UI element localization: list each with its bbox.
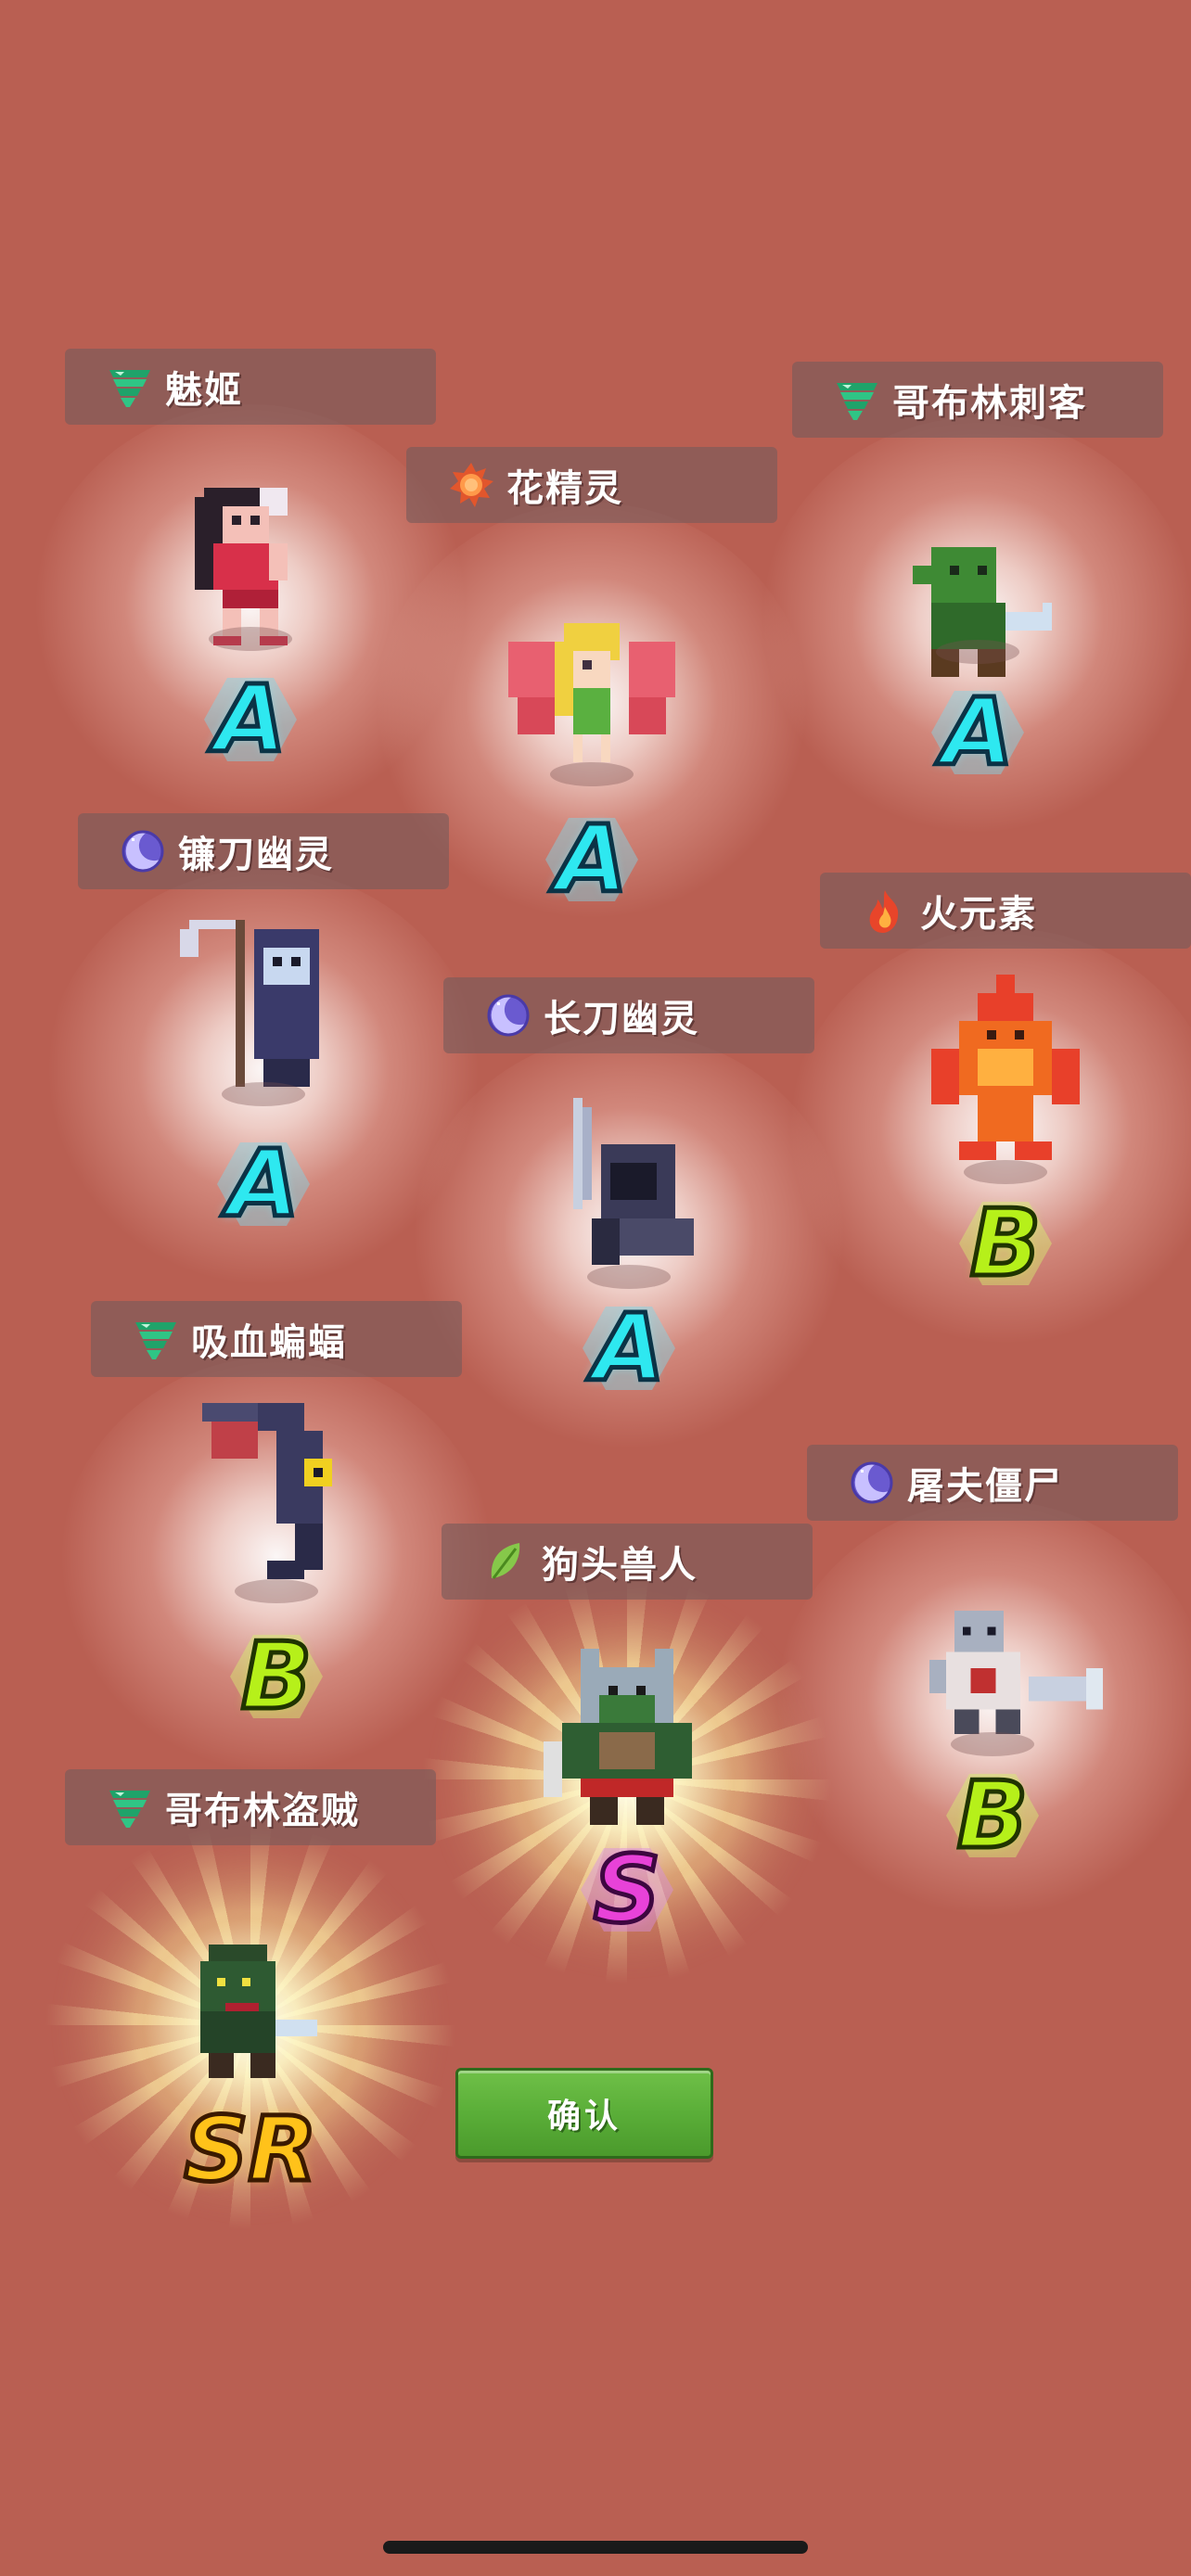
monster-card-butcher-zombie[interactable]: 屠夫僵尸 B (770, 1445, 1191, 1964)
monster-name: 哥布林刺客 (892, 382, 1087, 425)
monster-name: 火元素 (920, 893, 1037, 936)
moon-icon (122, 827, 167, 873)
monster-card-goblin-thief[interactable]: 哥布林盗贼 SR (28, 1769, 473, 2289)
monster-card-blade-ghost[interactable]: 长刀幽灵 A (406, 977, 852, 1497)
name-plate: 哥布林盗贼 (65, 1769, 436, 1845)
fire-elemental-sprite (931, 975, 1080, 1160)
name-plate: 花精灵 (406, 447, 777, 523)
confirm-button[interactable]: 确认 (455, 2068, 713, 2159)
name-plate: 吸血蝙蝠 (91, 1301, 462, 1377)
sprite-shadow (951, 1732, 1034, 1756)
name-plate: 火元素 (820, 873, 1191, 949)
leaf-icon (490, 1541, 521, 1580)
sprite-shadow (209, 627, 292, 651)
fire-icon (869, 890, 899, 933)
rank-badge: SR (182, 2098, 319, 2201)
sprite-shadow (222, 1082, 305, 1106)
monster-card-goblin-assassin[interactable]: 哥布林刺客 A (755, 362, 1191, 881)
name-plate: 长刀幽灵 (443, 977, 814, 1053)
gnoll-sprite (544, 1649, 692, 1825)
monster-name: 狗头兽人 (542, 1544, 698, 1587)
name-plate: 镰刀幽灵 (78, 813, 449, 889)
rank-badge: A (158, 669, 343, 771)
home-indicator[interactable] (383, 2541, 808, 2554)
monster-name: 镰刀幽灵 (178, 834, 334, 876)
rank-badge: A (536, 1297, 722, 1399)
sprite-shadow (964, 1160, 1047, 1184)
rank-badge: B (184, 1626, 369, 1728)
monster-name: 花精灵 (506, 467, 623, 510)
monster-card-gnoll[interactable]: 狗头兽人 S (404, 1524, 850, 2043)
rank-badge: B (913, 1192, 1098, 1294)
sprite-shadow (235, 1579, 318, 1603)
monster-card-scythe-ghost[interactable]: 镰刀幽灵 A (41, 813, 486, 1333)
monster-name: 哥布林盗贼 (165, 1790, 360, 1832)
monster-card-flower-fairy[interactable]: 花精灵 A (369, 447, 814, 966)
wind-icon (135, 1322, 176, 1359)
sun-icon (450, 463, 493, 507)
monster-name: 魅姬 (165, 369, 243, 412)
rank-badge: A (499, 809, 685, 911)
name-plate: 魅姬 (65, 349, 436, 425)
wind-icon (109, 370, 150, 407)
wind-icon (109, 1791, 150, 1828)
sprite-shadow (587, 1265, 671, 1289)
name-plate: 哥布林刺客 (792, 362, 1163, 438)
butcher-zombie-sprite (929, 1610, 1103, 1735)
monster-name: 吸血蝙蝠 (191, 1321, 347, 1364)
sprite-shadow (936, 640, 1019, 664)
monster-name: 长刀幽灵 (544, 998, 699, 1040)
monster-name: 屠夫僵尸 (907, 1465, 1063, 1508)
vampire-bat-sprite (202, 1403, 332, 1579)
blade-ghost-sprite (573, 1098, 694, 1265)
monster-card-fire-elemental[interactable]: 火元素 B (783, 873, 1191, 1392)
goblin-thief-sprite (200, 1945, 317, 2078)
rank-badge: A (171, 1133, 356, 1235)
sprite-shadow (550, 762, 634, 786)
name-plate: 屠夫僵尸 (807, 1445, 1178, 1521)
rank-badge: A (885, 682, 1070, 784)
wind-icon (837, 383, 877, 420)
monster-card-charm-lady[interactable]: 魅姬 A (28, 349, 473, 868)
name-plate: 狗头兽人 (442, 1524, 813, 1600)
monster-card-vampire-bat[interactable]: 吸血蝙蝠 B (54, 1301, 499, 1820)
rank-badge: B (900, 1765, 1085, 1867)
moon-icon (851, 1459, 896, 1504)
moon-icon (487, 991, 532, 1037)
rank-badge: S (534, 1839, 720, 1941)
